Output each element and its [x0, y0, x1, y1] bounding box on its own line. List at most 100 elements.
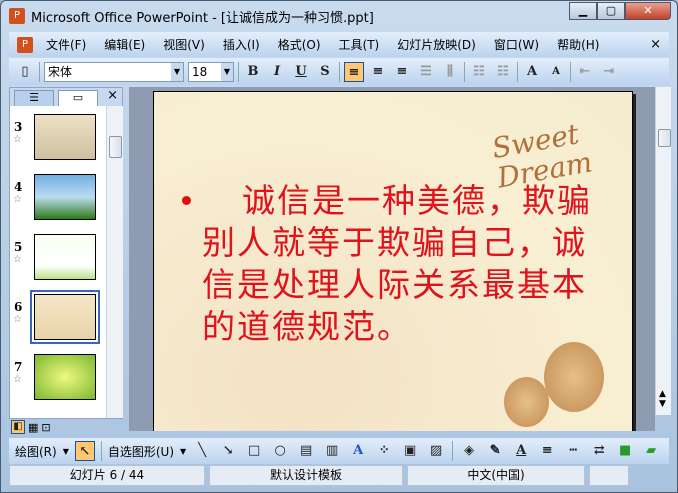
- menu-bar: P 文件(F) 编辑(E) 视图(V) 插入(I) 格式(O) 工具(T) 幻灯…: [9, 32, 669, 57]
- tab-slides[interactable]: ▭: [58, 90, 98, 106]
- font-color-icon[interactable]: A: [511, 441, 531, 461]
- bullets-icon[interactable]: ☷: [493, 62, 513, 82]
- dash-style-icon[interactable]: ┅: [563, 441, 583, 461]
- view-buttons: ◧ ▦ ⊡: [9, 419, 123, 435]
- editor-scrollbar[interactable]: ▲ ▼: [655, 87, 671, 415]
- grow-font-button[interactable]: A: [522, 62, 542, 82]
- align-center-button[interactable]: ≡: [368, 62, 388, 82]
- star-icon: ☆: [13, 134, 22, 145]
- line-color-icon[interactable]: ✎: [485, 441, 505, 461]
- chevron-down-icon[interactable]: ▼: [221, 62, 233, 81]
- star-icon: ☆: [13, 374, 22, 385]
- powerpoint-icon: P: [9, 8, 25, 24]
- slide-thumbnail[interactable]: 3 ☆: [10, 106, 106, 166]
- textbox-icon[interactable]: ▤: [296, 441, 316, 461]
- diagram-icon[interactable]: ⁘: [374, 441, 394, 461]
- status-bar: 幻灯片 6 / 44 默认设计模板 中文(中国): [9, 465, 669, 486]
- maximize-button[interactable]: ▢: [597, 2, 625, 20]
- clipart-icon[interactable]: ▣: [400, 441, 420, 461]
- bold-button[interactable]: B: [243, 62, 263, 82]
- document-icon[interactable]: P: [17, 36, 33, 53]
- title-bar: P Microsoft Office PowerPoint - [让诚信成为一种…: [9, 5, 374, 27]
- tab-outline[interactable]: ☰: [14, 90, 54, 106]
- slide-canvas[interactable]: Sweet Dream 诚信是一种美德，欺骗别人就等于欺骗自己，诚信是处理人际关…: [153, 91, 633, 431]
- rectangle-icon[interactable]: □: [244, 441, 264, 461]
- prev-next-slide-icon[interactable]: ▲ ▼: [659, 389, 666, 409]
- slide-number: 3: [14, 120, 23, 134]
- slide-preview: [34, 114, 96, 160]
- increase-indent-icon[interactable]: ⇥: [599, 62, 619, 82]
- slide-thumbnail[interactable]: 7 ☆: [10, 346, 106, 406]
- new-document-icon[interactable]: ▯: [15, 62, 35, 82]
- picture-icon[interactable]: ▨: [426, 441, 446, 461]
- 3d-style-icon[interactable]: ▰: [641, 441, 661, 461]
- design-template: 默认设计模板: [209, 465, 403, 486]
- menu-file[interactable]: 文件(F): [46, 36, 86, 53]
- slide-editor: Sweet Dream 诚信是一种美德，欺骗别人就等于欺骗自己，诚信是处理人际关…: [129, 87, 655, 431]
- arrow-style-icon[interactable]: ⇄: [589, 441, 609, 461]
- vertical-textbox-icon[interactable]: ▥: [322, 441, 342, 461]
- slide-sorter-icon[interactable]: ▦: [28, 421, 38, 434]
- slide-thumbnail[interactable]: 5 ☆: [10, 226, 106, 286]
- shadow-style-icon[interactable]: ■: [615, 441, 635, 461]
- distribute-icon[interactable]: ☰: [416, 62, 436, 82]
- slide-thumbnail[interactable]: 4 ☆: [10, 166, 106, 226]
- autoshapes-menu[interactable]: 自选图形(U): [108, 443, 174, 460]
- menu-help[interactable]: 帮助(H): [557, 36, 599, 53]
- vertical-text-icon[interactable]: ⫼: [440, 62, 460, 82]
- teddy-bear-image: [504, 377, 549, 427]
- draw-menu[interactable]: 绘图(R): [15, 443, 57, 460]
- select-pointer-icon[interactable]: ↖: [74, 441, 95, 461]
- slide-body-text[interactable]: 诚信是一种美德，欺骗别人就等于欺骗自己，诚信是处理人际关系最基本的道德规范。: [202, 180, 604, 348]
- close-button[interactable]: ✕: [625, 2, 671, 20]
- menu-format[interactable]: 格式(O): [278, 36, 321, 53]
- star-icon: ☆: [13, 254, 22, 265]
- line-icon[interactable]: ╲: [192, 441, 212, 461]
- font-size-select[interactable]: 18 ▼: [188, 61, 234, 82]
- underline-button[interactable]: U: [291, 62, 311, 82]
- shrink-font-button[interactable]: A: [546, 62, 566, 82]
- star-icon: ☆: [13, 194, 22, 205]
- menu-view[interactable]: 视图(V): [163, 36, 205, 53]
- scrollbar-thumb[interactable]: [658, 129, 671, 147]
- italic-button[interactable]: I: [267, 62, 287, 82]
- menu-slideshow[interactable]: 幻灯片放映(D): [397, 36, 476, 53]
- align-left-button[interactable]: ≡: [344, 61, 364, 82]
- slide-thumbnail-selected[interactable]: 6 ☆: [10, 286, 106, 346]
- arrow-icon[interactable]: ↘: [218, 441, 238, 461]
- slideshow-icon[interactable]: ⊡: [41, 421, 50, 434]
- close-pane-button[interactable]: ×: [107, 88, 118, 103]
- star-icon: ☆: [13, 314, 22, 325]
- formatting-toolbar: ▯ 宋体 ▼ 18 ▼ B I U S ≡ ≡ ≡ ☰ ⫼ ☷ ☷ A A ⇤ ⇥: [9, 58, 669, 85]
- bullet-icon: [182, 196, 191, 205]
- menu-edit[interactable]: 编辑(E): [104, 36, 145, 53]
- decrease-indent-icon[interactable]: ⇤: [575, 62, 595, 82]
- font-size-value: 18: [192, 64, 208, 79]
- menu-insert[interactable]: 插入(I): [223, 36, 260, 53]
- fill-color-icon[interactable]: ◈: [459, 441, 479, 461]
- shadow-button[interactable]: S: [315, 62, 335, 82]
- slides-pane: ☰ ▭ × 3 ☆ 4 ☆ 5 ☆ 6 ☆ 7 ☆: [9, 87, 123, 419]
- numbering-icon[interactable]: ☷: [469, 62, 489, 82]
- window-title: Microsoft Office PowerPoint - [让诚信成为一种习惯…: [31, 10, 374, 26]
- menu-tools[interactable]: 工具(T): [339, 36, 380, 53]
- slide-number: 4: [14, 180, 23, 194]
- oval-icon[interactable]: ○: [270, 441, 290, 461]
- font-select[interactable]: 宋体 ▼: [44, 61, 184, 82]
- normal-view-icon[interactable]: ◧: [11, 420, 25, 434]
- powerpoint-window: P Microsoft Office PowerPoint - [让诚信成为一种…: [0, 0, 678, 493]
- align-right-button[interactable]: ≡: [392, 62, 412, 82]
- close-document-button[interactable]: ×: [650, 37, 661, 52]
- slide-preview: [30, 290, 100, 344]
- scrollbar-thumb[interactable]: [109, 136, 122, 158]
- language: 中文(中国): [407, 465, 585, 486]
- slide-number: 6: [14, 300, 23, 314]
- status-spare: [589, 465, 629, 486]
- slide-preview: [34, 354, 96, 400]
- line-style-icon[interactable]: ≡: [537, 441, 557, 461]
- wordart-icon[interactable]: A: [348, 441, 368, 461]
- menu-window[interactable]: 窗口(W): [494, 36, 539, 53]
- pane-scrollbar[interactable]: [106, 106, 123, 418]
- minimize-button[interactable]: ▁: [569, 2, 597, 20]
- chevron-down-icon[interactable]: ▼: [171, 62, 183, 81]
